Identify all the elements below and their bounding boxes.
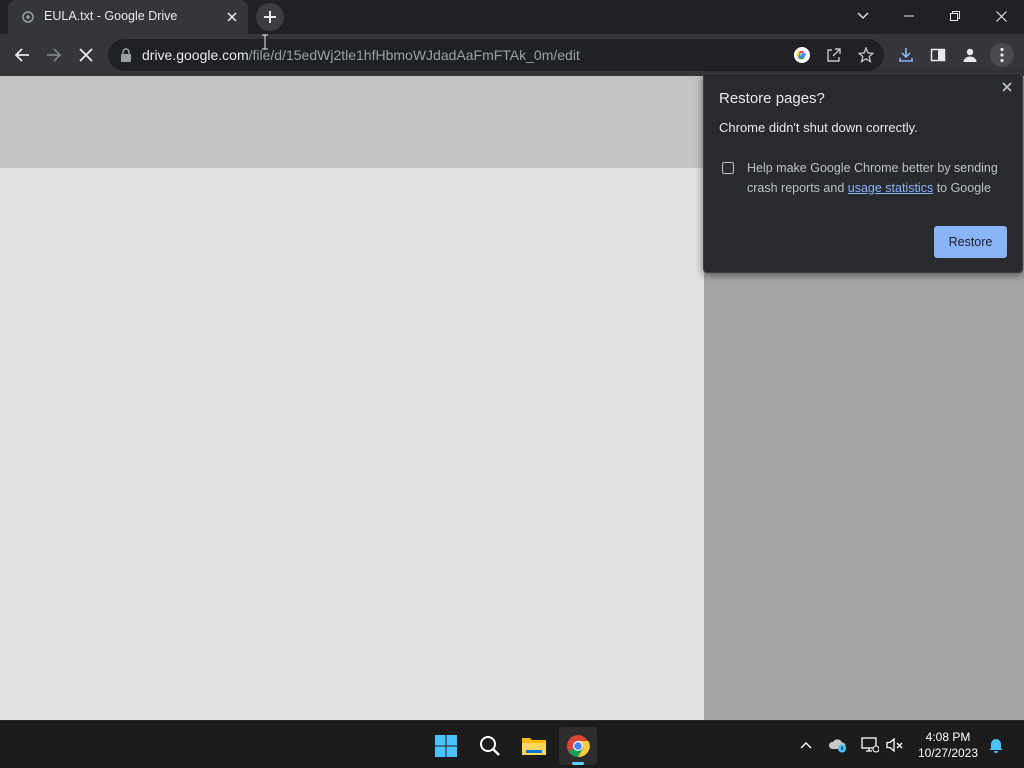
chevron-down-icon [857, 12, 869, 19]
google-lens-button[interactable] [792, 45, 812, 65]
back-button[interactable] [8, 41, 36, 69]
restore-icon [950, 11, 960, 21]
url-host: drive.google.com [142, 47, 249, 63]
onedrive-tray-button[interactable] [828, 735, 848, 755]
taskbar-clock[interactable]: 4:08 PM 10/27/2023 [912, 729, 984, 761]
network-tray-button[interactable] [860, 735, 880, 755]
address-bar[interactable]: drive.google.com/file/d/15edWj2tle1hfHbm… [108, 39, 884, 71]
network-icon [861, 737, 879, 753]
onedrive-icon [828, 739, 846, 753]
dialog-title: Restore pages? [719, 90, 825, 107]
screen: EULA.txt - Google Drive drive.google.com… [0, 0, 1024, 768]
page-header-area [0, 76, 704, 168]
profile-icon [963, 48, 977, 62]
active-app-indicator [572, 762, 584, 765]
start-button[interactable] [427, 727, 465, 765]
close-icon [1002, 82, 1012, 92]
share-button[interactable] [824, 45, 844, 65]
close-window-button[interactable] [978, 0, 1024, 32]
crash-report-label: Help make Google Chrome better by sendin… [747, 158, 1003, 198]
windows-start-icon [435, 735, 457, 757]
volume-icon [886, 737, 903, 753]
crash-report-checkbox[interactable] [722, 162, 734, 174]
share-icon [827, 48, 841, 62]
lock-icon[interactable] [120, 48, 132, 62]
close-icon [227, 12, 237, 22]
downloads-button[interactable] [894, 43, 918, 67]
forward-icon [47, 48, 62, 62]
file-explorer-button[interactable] [515, 727, 553, 765]
menu-icon [1000, 47, 1004, 63]
download-icon [899, 48, 913, 62]
star-icon [858, 47, 874, 63]
usage-statistics-link[interactable]: usage statistics [848, 181, 933, 195]
bell-icon [989, 739, 1003, 753]
side-panel-button[interactable] [926, 43, 950, 67]
notifications-button[interactable] [986, 735, 1006, 755]
taskbar: 4:08 PM 10/27/2023 [0, 720, 1024, 768]
chrome-icon [567, 735, 590, 758]
restore-button[interactable]: Restore [934, 226, 1007, 258]
chrome-taskbar-button[interactable] [559, 727, 597, 765]
plus-icon [264, 11, 276, 23]
new-tab-button[interactable] [256, 3, 284, 31]
search-button[interactable] [471, 727, 509, 765]
stop-icon [79, 48, 93, 62]
search-icon [480, 736, 500, 756]
forward-button[interactable] [40, 41, 68, 69]
tab-close-button[interactable] [222, 7, 242, 27]
volume-tray-button[interactable] [885, 735, 905, 755]
close-icon [995, 10, 1007, 22]
stop-button[interactable] [72, 41, 100, 69]
document-area [0, 168, 704, 720]
clock-time: 4:08 PM [925, 730, 971, 744]
back-icon [14, 48, 29, 62]
bookmark-button[interactable] [856, 45, 876, 65]
restore-window-button[interactable] [932, 0, 978, 32]
globe-icon [22, 11, 34, 23]
url-text[interactable]: drive.google.com/file/d/15edWj2tle1hfHbm… [142, 47, 580, 63]
google-icon [794, 47, 810, 63]
text-cursor-icon [262, 34, 268, 50]
side-panel-icon [930, 48, 946, 62]
clock-date: 10/27/2023 [917, 746, 979, 760]
browser-toolbar: drive.google.com/file/d/15edWj2tle1hfHbm… [0, 34, 1024, 76]
restore-pages-dialog: Restore pages? Chrome didn't shut down c… [703, 73, 1023, 273]
tab-strip: EULA.txt - Google Drive [0, 0, 1024, 34]
minimize-icon [904, 15, 914, 17]
chevron-up-icon [800, 742, 812, 749]
tab-search-button[interactable] [840, 0, 886, 32]
chrome-menu-button[interactable] [990, 43, 1014, 67]
show-hidden-icons-button[interactable] [796, 735, 816, 755]
folder-icon [522, 738, 546, 755]
dialog-close-button[interactable] [998, 78, 1016, 96]
url-path: /file/d/15edWj2tle1hfHbmoWJdadAaFmFTAk_0… [248, 47, 580, 63]
dialog-message: Chrome didn't shut down correctly. [719, 120, 918, 135]
browser-tab[interactable]: EULA.txt - Google Drive [8, 0, 248, 34]
crash-text-after: to Google [933, 181, 991, 195]
minimize-button[interactable] [886, 0, 932, 32]
profile-button[interactable] [958, 43, 982, 67]
tab-title: EULA.txt - Google Drive [44, 9, 178, 23]
